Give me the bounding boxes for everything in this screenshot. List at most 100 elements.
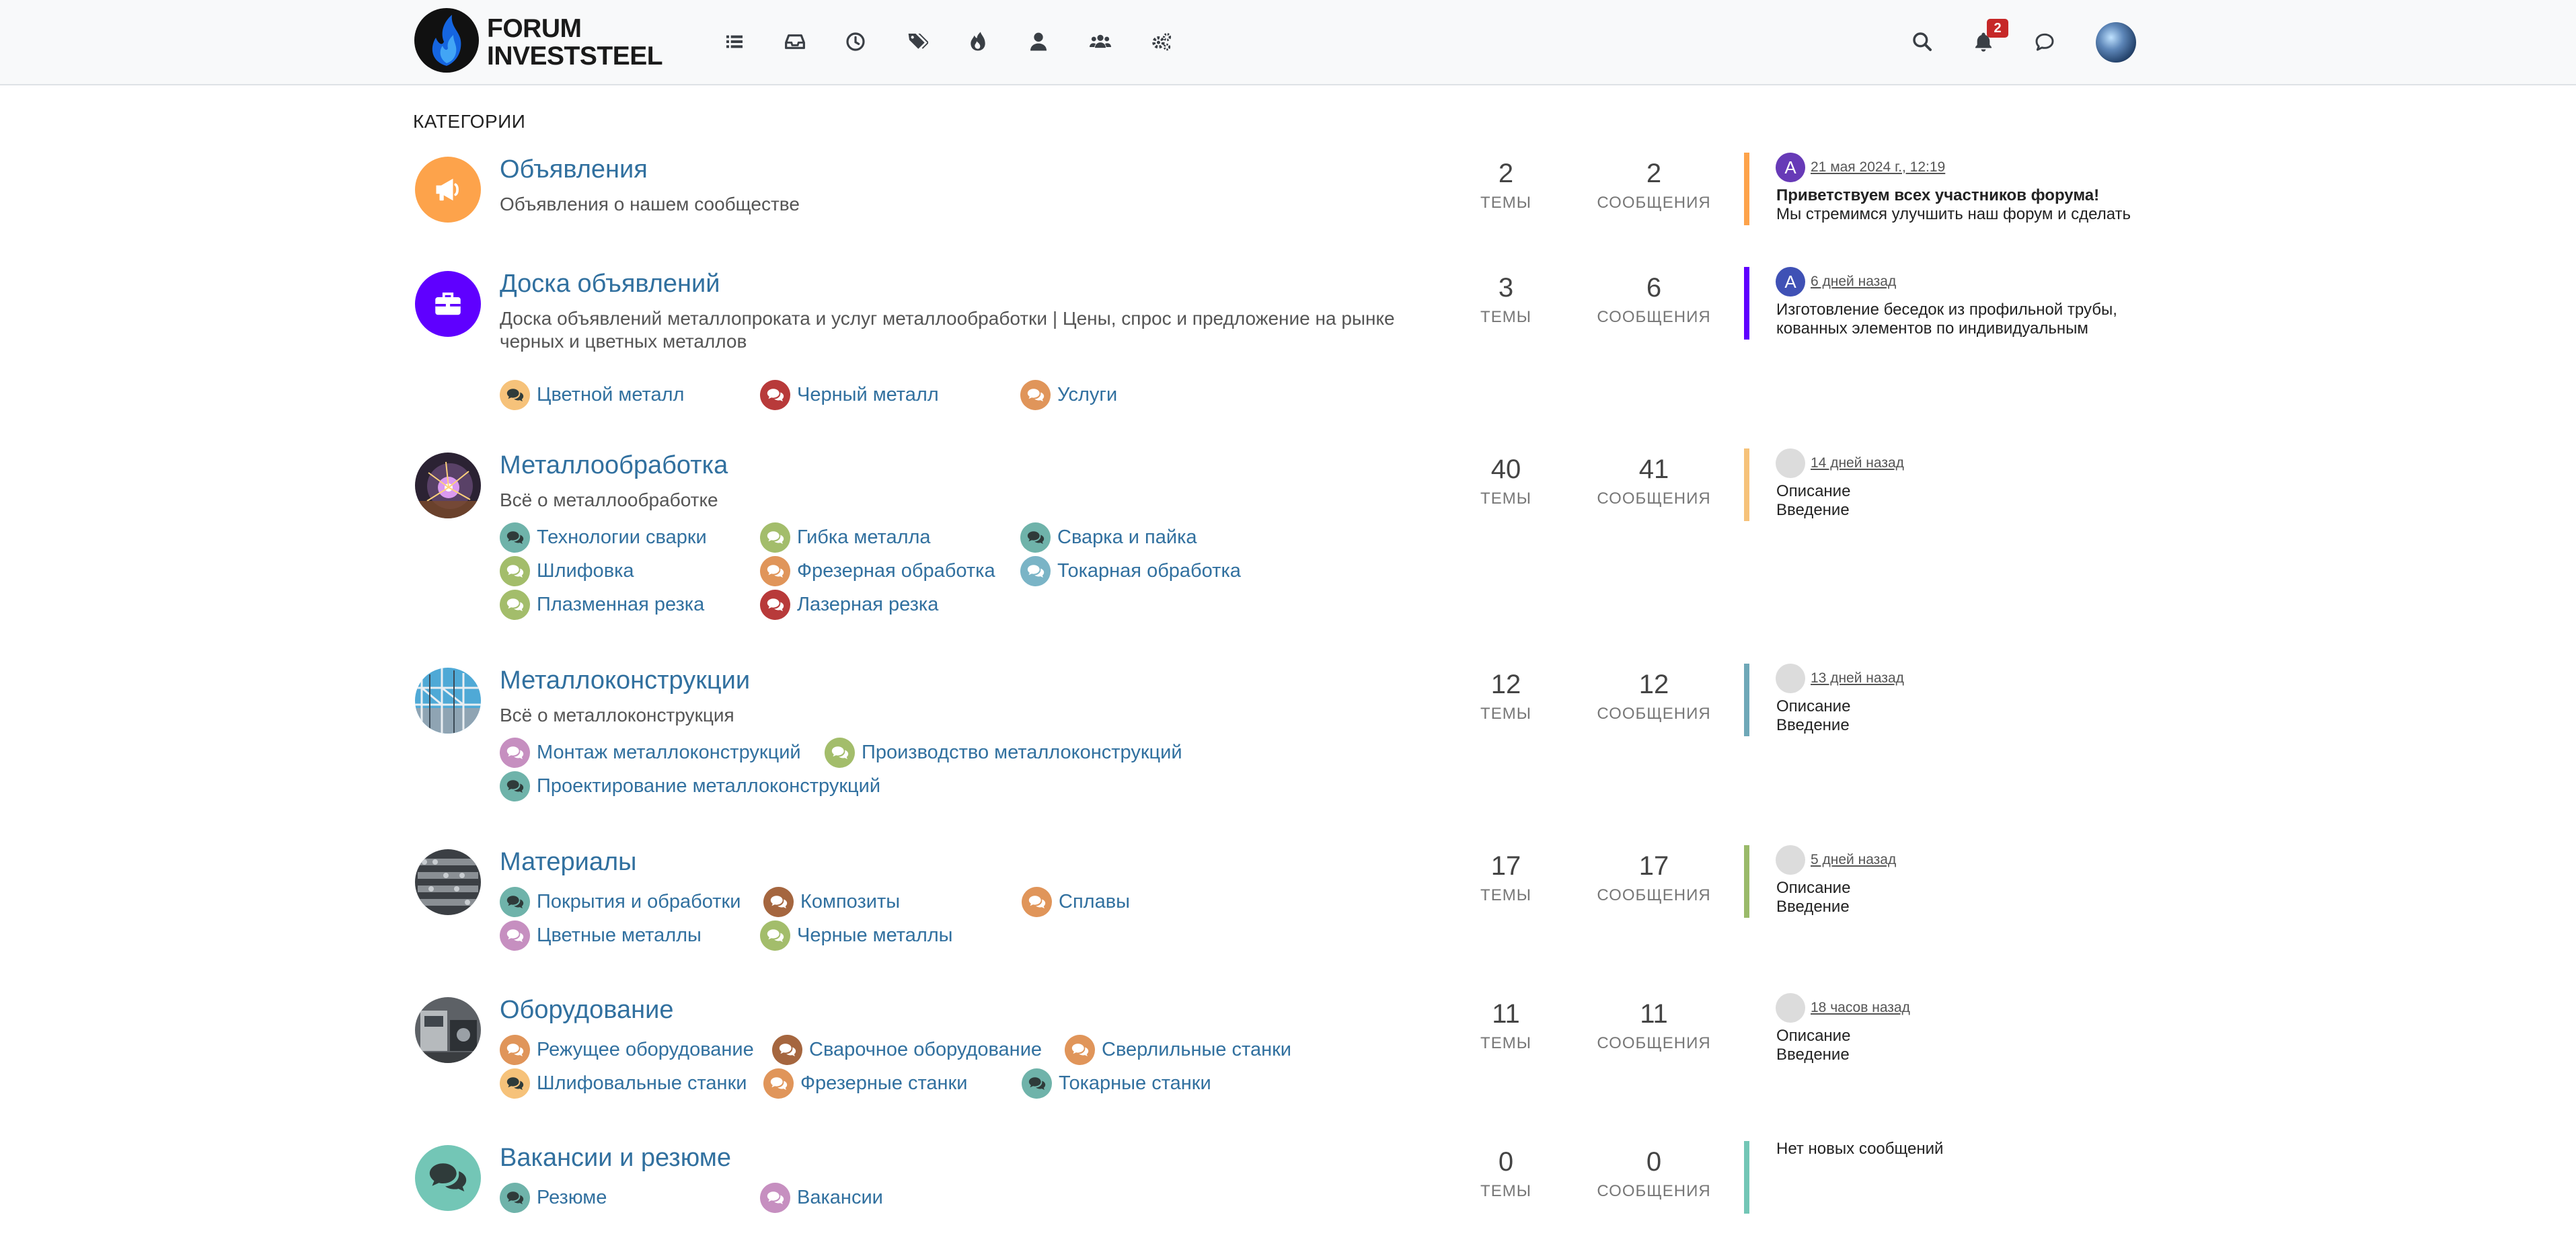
subcategory-label: Покрытия и обработки	[537, 891, 741, 912]
teaser-text[interactable]: Описание Введение	[1776, 879, 2173, 916]
bullhorn-icon[interactable]	[415, 157, 481, 223]
teaser-timestamp-link[interactable]: 21 мая 2024 г., 12:19	[1811, 159, 1945, 175]
topics-count-value: 0	[1498, 1147, 1514, 1177]
subcategory-link[interactable]: Покрытия и обработки	[500, 887, 741, 917]
teaser-timestamp-link[interactable]: 5 дней назад	[1811, 852, 1896, 868]
subcategory-link[interactable]: Цветной металл	[500, 380, 684, 410]
user-icon[interactable]	[1024, 27, 1053, 56]
subcategory-link[interactable]: Сварка и пайка	[1020, 522, 1197, 553]
category-title-link[interactable]: Материалы	[500, 848, 636, 877]
comments-icon	[760, 380, 790, 410]
comments-icon	[500, 556, 530, 586]
category-title-link[interactable]: Объявления	[500, 155, 648, 184]
logo-line-forum: FORUM	[487, 14, 582, 43]
teaser-text[interactable]: Нет новых сообщений	[1776, 1140, 2173, 1159]
teaser-timestamp-link[interactable]: 6 дней назад	[1811, 274, 1896, 290]
subcategory-label: Цветной металл	[537, 384, 685, 405]
category-title-link[interactable]: Оборудование	[500, 996, 673, 1025]
subcategory-link[interactable]: Вакансии	[760, 1183, 883, 1213]
categories-icon[interactable]	[720, 27, 749, 56]
subcategory-link[interactable]: Токарные станки	[1022, 1068, 1211, 1099]
subcategory-link[interactable]: Сварочное оборудование	[772, 1035, 1042, 1065]
chat-icon[interactable]	[2030, 27, 2059, 56]
teaser-avatar[interactable]	[1776, 448, 1805, 478]
subcategory-link[interactable]: Шлифовка	[500, 556, 634, 586]
tags-icon[interactable]	[903, 27, 932, 56]
subcategory-link[interactable]: Проектирование металлоконструкций	[500, 771, 880, 801]
teaser-avatar[interactable]	[1776, 845, 1805, 875]
comments-icon[interactable]	[415, 1145, 481, 1211]
subcategory-link[interactable]: Режущее оборудование	[500, 1035, 754, 1065]
subcategory-link[interactable]: Черный металл	[760, 380, 939, 410]
subcategory-link[interactable]: Сплавы	[1022, 887, 1130, 917]
subcategory-link[interactable]: Шлифовальные станки	[500, 1068, 747, 1099]
recent-icon[interactable]	[841, 27, 870, 56]
topics-count: 11 ТЕМЫ	[1445, 997, 1566, 1053]
groups-icon[interactable]	[1086, 27, 1115, 56]
structures-category-image[interactable]	[415, 668, 481, 734]
posts-count: 0 СООБЩЕНИЯ	[1593, 1145, 1714, 1201]
teaser-timestamp-link[interactable]: 13 дней назад	[1811, 670, 1904, 686]
teaser-avatar[interactable]: A	[1776, 267, 1805, 297]
teaser-color-bar	[1744, 845, 1749, 918]
comments-icon	[1022, 887, 1052, 917]
top-navbar: FORUM INVESTSTEEL 2	[0, 0, 2576, 85]
briefcase-icon[interactable]	[415, 271, 481, 337]
forum-logo-text[interactable]: FORUM INVESTSTEEL	[487, 14, 663, 70]
subcategory-link[interactable]: Услуги	[1020, 380, 1117, 410]
posts-count: 12 СООБЩЕНИЯ	[1593, 668, 1714, 723]
inbox-icon[interactable]	[780, 27, 810, 56]
teaser-text[interactable]: Описание Введение	[1776, 1027, 2173, 1064]
category-title-link[interactable]: Металлоконструкции	[500, 666, 750, 695]
subcategory-link[interactable]: Цветные металлы	[500, 920, 702, 951]
category-title-link[interactable]: Металлообработка	[500, 451, 728, 480]
teaser-avatar[interactable]: A	[1776, 153, 1805, 182]
teaser-timestamp-link[interactable]: 14 дней назад	[1811, 455, 1904, 471]
teaser-text[interactable]: Изготовление беседок из профильной трубы…	[1776, 301, 2173, 338]
teaser-text[interactable]: Приветствуем всех участников форума! Мы с…	[1776, 186, 2173, 224]
subcategory-link[interactable]: Сверлильные станки	[1065, 1035, 1291, 1065]
metalwork-category-image[interactable]	[415, 453, 481, 518]
teaser-text[interactable]: Описание Введение	[1776, 697, 2173, 735]
page-title: КАТЕГОРИИ	[413, 111, 526, 132]
teaser-meta: 18 часов назад	[1776, 993, 1910, 1023]
teaser-text[interactable]: Описание Введение	[1776, 482, 2173, 520]
teaser-meta: 13 дней назад	[1776, 664, 1904, 693]
posts-count-label: СООБЩЕНИЯ	[1597, 1182, 1711, 1200]
subcategory-link[interactable]: Плазменная резка	[500, 590, 704, 620]
popular-icon[interactable]	[963, 27, 993, 56]
subcategory-label: Черные металлы	[797, 925, 953, 946]
subcategory-label: Сверлильные станки	[1102, 1039, 1291, 1060]
materials-category-image[interactable]	[415, 849, 481, 915]
equipment-category-image[interactable]	[415, 997, 481, 1063]
posts-count-label: СООБЩЕНИЯ	[1597, 194, 1711, 212]
posts-count: 17 СООБЩЕНИЯ	[1593, 849, 1714, 905]
subcategory-link[interactable]: Технологии сварки	[500, 522, 707, 553]
category-title-link[interactable]: Доска объявлений	[500, 270, 720, 299]
posts-count-label: СООБЩЕНИЯ	[1597, 489, 1711, 508]
category-title-link[interactable]: Вакансии и резюме	[500, 1144, 731, 1173]
subcategory-link[interactable]: Токарная обработка	[1020, 556, 1241, 586]
comments-icon	[500, 522, 530, 553]
subcategory-link[interactable]: Композиты	[763, 887, 900, 917]
teaser-avatar[interactable]	[1776, 664, 1805, 693]
subcategory-label: Услуги	[1057, 384, 1118, 405]
posts-count: 41 СООБЩЕНИЯ	[1593, 453, 1714, 508]
admin-icon[interactable]	[1147, 27, 1176, 56]
subcategory-link[interactable]: Резюме	[500, 1183, 607, 1213]
subcategory-link[interactable]: Монтаж металлоконструкций	[500, 738, 801, 768]
subcategory-link[interactable]: Черные металлы	[760, 920, 953, 951]
topics-count-label: ТЕМЫ	[1480, 489, 1531, 508]
subcategory-link[interactable]: Гибка металла	[760, 522, 931, 553]
search-icon[interactable]	[1907, 27, 1937, 56]
topics-count-label: ТЕМЫ	[1480, 308, 1531, 326]
user-avatar[interactable]	[2096, 22, 2136, 63]
subcategory-link[interactable]: Лазерная резка	[760, 590, 938, 620]
teaser-timestamp-link[interactable]: 18 часов назад	[1811, 1000, 1910, 1016]
subcategory-link[interactable]: Фрезерная обработка	[760, 556, 995, 586]
forum-logo-icon[interactable]	[413, 7, 480, 74]
teaser-avatar[interactable]	[1776, 993, 1805, 1023]
subcategory-link[interactable]: Фрезерные станки	[763, 1068, 967, 1099]
subcategory-link[interactable]: Производство металлоконструкций	[825, 738, 1182, 768]
subcategory-label: Производство металлоконструкций	[862, 742, 1182, 763]
